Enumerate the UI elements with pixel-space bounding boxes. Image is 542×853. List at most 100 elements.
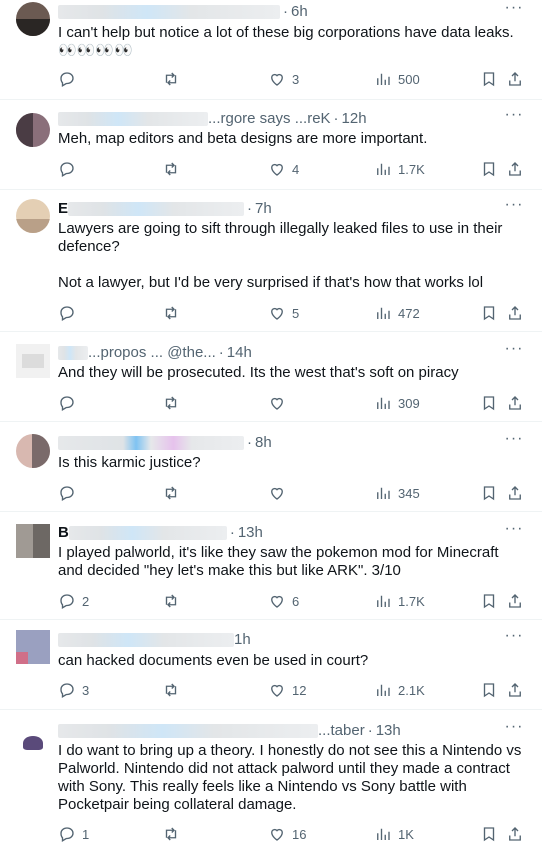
more-options-icon[interactable]: ··· — [504, 0, 524, 22]
like-button[interactable]: 16 — [268, 823, 306, 845]
views-button[interactable]: 1.7K — [374, 590, 425, 612]
bookmark-button[interactable] — [480, 158, 498, 180]
author-name-partial[interactable]: B — [58, 524, 69, 541]
views-button[interactable]: 1.7K — [374, 158, 425, 180]
share-button[interactable] — [506, 679, 524, 701]
avatar[interactable] — [16, 344, 50, 378]
redacted-author-name[interactable] — [58, 5, 280, 20]
heart-icon — [271, 487, 283, 500]
like-button[interactable]: 4 — [268, 158, 299, 180]
reply-button[interactable]: 2 — [58, 590, 89, 612]
retweet-button[interactable] — [162, 823, 186, 845]
share-icon — [509, 594, 521, 608]
reply-button[interactable] — [58, 302, 82, 324]
reply-button[interactable] — [58, 392, 82, 414]
tweet-header: ...taber · 13h — [58, 721, 502, 741]
tweet-time[interactable]: 6h — [291, 3, 308, 20]
redacted-author-name[interactable] — [68, 526, 227, 541]
heart-icon — [271, 684, 283, 697]
avatar[interactable] — [16, 434, 50, 468]
retweet-button[interactable] — [162, 482, 186, 504]
redacted-author-name[interactable] — [58, 112, 208, 127]
bookmark-button[interactable] — [480, 679, 498, 701]
bookmark-button[interactable] — [480, 590, 498, 612]
bookmark-button[interactable] — [480, 482, 498, 504]
views-button[interactable]: 472 — [374, 302, 420, 324]
tweet-time[interactable]: 13h — [376, 722, 401, 739]
views-button[interactable]: 1K — [374, 823, 414, 845]
author-name-partial[interactable]: E — [58, 200, 68, 217]
reply-button[interactable] — [58, 158, 82, 180]
views-button[interactable]: 345 — [374, 482, 420, 504]
reply-button[interactable]: 1 — [58, 823, 89, 845]
like-button[interactable]: 3 — [268, 68, 299, 90]
reply-button[interactable]: 3 — [58, 679, 89, 701]
tweet-time[interactable]: 8h — [255, 434, 272, 451]
reply-button[interactable] — [58, 68, 82, 90]
share-button[interactable] — [506, 158, 524, 180]
reply-button[interactable] — [58, 482, 82, 504]
share-button[interactable] — [506, 823, 524, 845]
like-button[interactable]: 5 — [268, 302, 299, 324]
redacted-author-name[interactable] — [58, 724, 318, 739]
share-button[interactable] — [506, 68, 524, 90]
retweet-button[interactable] — [162, 302, 186, 324]
bookmark-button[interactable] — [480, 68, 498, 90]
tweet[interactable]: · 6h ··· I can't help but notice a lot of… — [0, 0, 542, 100]
retweet-icon — [165, 72, 177, 86]
like-button[interactable] — [268, 392, 292, 414]
tweet[interactable]: 1h ··· can hacked documents even be used… — [0, 620, 542, 710]
bookmark-button[interactable] — [480, 823, 498, 845]
views-button[interactable]: 309 — [374, 392, 420, 414]
share-button[interactable] — [506, 482, 524, 504]
more-options-icon[interactable]: ··· — [504, 107, 524, 129]
tweet[interactable]: ...taber · 13h ··· I do want to bring up a… — [0, 710, 542, 853]
more-options-icon[interactable]: ··· — [504, 197, 524, 219]
redacted-author-name[interactable] — [58, 436, 244, 451]
author-name-partial[interactable]: ...rgore says ...reK — [208, 110, 331, 127]
avatar[interactable] — [16, 113, 50, 147]
avatar[interactable] — [16, 524, 50, 558]
like-button[interactable]: 12 — [268, 679, 306, 701]
more-options-icon[interactable]: ··· — [504, 719, 524, 741]
redacted-author-name[interactable] — [58, 346, 88, 361]
tweet-time[interactable]: 13h — [238, 524, 263, 541]
like-button[interactable]: 6 — [268, 590, 299, 612]
tweet[interactable]: ...rgore says ...reK · 12h ··· Meh, map ed… — [0, 100, 542, 190]
tweet-time[interactable]: 1h — [234, 631, 251, 648]
retweet-button[interactable] — [162, 392, 186, 414]
bookmark-icon — [483, 306, 495, 321]
retweet-button[interactable] — [162, 158, 186, 180]
share-button[interactable] — [506, 302, 524, 324]
tweet-time[interactable]: 7h — [255, 200, 272, 217]
share-button[interactable] — [506, 392, 524, 414]
tweet[interactable]: B · 13h ··· I played palworld, it's like t… — [0, 512, 542, 620]
author-name-partial[interactable]: ...taber — [318, 722, 365, 739]
redacted-author-name[interactable] — [68, 202, 245, 217]
avatar[interactable] — [16, 722, 50, 756]
bookmark-button[interactable] — [480, 392, 498, 414]
views-button[interactable]: 2.1K — [374, 679, 425, 701]
bookmark-button[interactable] — [480, 302, 498, 324]
more-options-icon[interactable]: ··· — [504, 628, 524, 650]
avatar[interactable] — [16, 199, 50, 233]
retweet-button[interactable] — [162, 590, 186, 612]
tweet[interactable]: · 8h ··· Is this karmic justice? 345 — [0, 422, 542, 512]
share-button[interactable] — [506, 590, 524, 612]
avatar[interactable] — [16, 630, 50, 664]
avatar[interactable] — [16, 2, 50, 36]
tweet-time[interactable]: 14h — [227, 344, 252, 361]
redacted-author-name[interactable] — [58, 633, 234, 648]
like-button[interactable] — [268, 482, 292, 504]
retweet-button[interactable] — [162, 68, 186, 90]
retweet-button[interactable] — [162, 679, 186, 701]
views-button[interactable]: 500 — [374, 68, 420, 90]
tweet-time[interactable]: 12h — [342, 110, 367, 127]
more-options-icon[interactable]: ··· — [504, 341, 524, 363]
more-options-icon[interactable]: ··· — [504, 521, 524, 543]
tweet[interactable]: ...propos ... @the... · 14h ··· And they w… — [0, 332, 542, 422]
author-name-partial[interactable]: ...propos ... @the... — [88, 344, 216, 361]
more-options-icon[interactable]: ··· — [504, 431, 524, 453]
tweet[interactable]: E · 7h ··· Lawyers are going to sift throu… — [0, 190, 542, 332]
bookmark-icon — [483, 594, 495, 609]
